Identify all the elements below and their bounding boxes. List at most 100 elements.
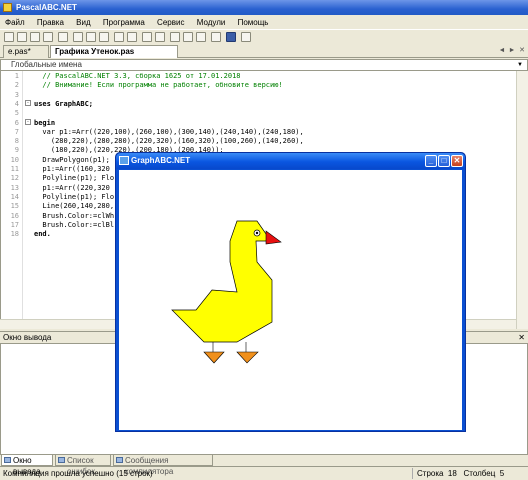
step-out-icon[interactable] (196, 32, 206, 42)
graphabc-window-icon (119, 156, 129, 165)
step-over-icon[interactable] (183, 32, 193, 42)
output-panel-title: Окно вывода (3, 333, 52, 342)
editor-vertical-scrollbar[interactable] (516, 71, 528, 329)
col-label: Столбец (463, 469, 496, 478)
graphabc-window[interactable]: GraphABC.NET _ □ ✕ (115, 152, 466, 432)
minimize-button[interactable]: _ (425, 155, 437, 167)
menu-program[interactable]: Программа (98, 16, 150, 29)
format-icon[interactable] (211, 32, 221, 42)
line-number: 16 (10, 211, 19, 220)
code-line: Brush.Color:=clWh (34, 211, 115, 220)
menu-help[interactable]: Помощь (233, 16, 274, 29)
paste-icon[interactable] (99, 32, 109, 42)
scope-dropdown[interactable]: Глобальные имена ▼ (0, 59, 528, 71)
tab-close-icon[interactable]: ✕ (518, 46, 526, 55)
status-separator (412, 468, 413, 479)
code-line: (280,220),(280,280),(220,320),(160,320),… (34, 137, 304, 146)
duck-foot-right (236, 351, 259, 364)
row-value: 18 (447, 469, 457, 478)
code-line: // PascalABC.NET 3.3, сборка 1625 от 17.… (34, 72, 241, 80)
save-icon[interactable] (30, 32, 40, 42)
tab-error-list[interactable]: Список ошибок (55, 455, 111, 476)
chevron-down-icon[interactable]: ▼ (515, 60, 525, 70)
close-button[interactable]: ✕ (451, 155, 463, 167)
step-into-icon[interactable] (170, 32, 180, 42)
cut-icon[interactable] (73, 32, 83, 42)
col-value: 5 (499, 469, 505, 478)
run-icon[interactable] (142, 32, 152, 42)
save-all-icon[interactable] (43, 32, 53, 42)
code-line: p1:=Arr((220,320 (34, 183, 110, 192)
redo-icon[interactable] (127, 32, 137, 42)
tab-duck-graphics[interactable]: Графика Утенок.pas [Запущен] (50, 45, 178, 68)
open-file-icon[interactable] (17, 32, 27, 42)
code-line: Line(260,140,280, (34, 202, 115, 211)
line-number: 5 (14, 109, 19, 118)
code-line: p1:=Arr((160,320 (34, 165, 110, 173)
duck-drawing (171, 220, 282, 364)
line-number: 10 (10, 155, 19, 164)
code-line: uses GraphABC; (34, 99, 94, 108)
tab-e-pas[interactable]: e.pas* (3, 45, 49, 58)
form-designer-icon[interactable] (241, 32, 251, 42)
file-tabs: e.pas* Графика Утенок.pas [Запущен] ◄ ► … (0, 44, 528, 68)
menu-view[interactable]: Вид (71, 16, 95, 29)
compiler-messages-icon (116, 457, 123, 463)
graphabc-title: GraphABC.NET (131, 156, 191, 165)
tab-output-window[interactable]: Окно вывода (1, 455, 53, 476)
copy-icon[interactable] (86, 32, 96, 42)
scope-dropdown-value: Глобальные имена (11, 60, 82, 69)
line-number: 13 (10, 183, 19, 192)
output-window-icon[interactable] (226, 32, 236, 42)
tab-scroll-right-icon[interactable]: ► (508, 46, 516, 55)
tab-scroll-left-icon[interactable]: ◄ (498, 46, 506, 55)
undo-icon[interactable] (114, 32, 124, 42)
toolbar (0, 29, 528, 44)
output-window-icon (4, 457, 11, 463)
line-number: 4 (14, 99, 19, 108)
menu-file[interactable]: Файл (0, 16, 30, 29)
line-number: 17 (10, 220, 19, 229)
app-titlebar: PascalABC.NET (0, 0, 528, 15)
tab-compiler-messages[interactable]: Сообщения компилятора (113, 455, 213, 476)
maximize-button[interactable]: □ (438, 155, 450, 167)
menu-service[interactable]: Сервис (152, 16, 189, 29)
line-number: 1 (14, 72, 19, 80)
graphics-canvas[interactable] (119, 170, 462, 430)
code-line: DrawPolygon(p1); (34, 155, 110, 164)
status-message: Компиляция прошла успешно (15 строк) (3, 469, 153, 478)
close-file-icon[interactable] (58, 32, 68, 42)
error-list-icon (58, 457, 65, 463)
stop-icon[interactable] (155, 32, 165, 42)
cursor-position: Строка 18 Столбец 5 (417, 467, 504, 480)
menu-modules[interactable]: Модули (192, 16, 231, 29)
duck-pupil (255, 231, 259, 235)
graphabc-titlebar[interactable]: GraphABC.NET (116, 153, 465, 169)
line-number: 2 (14, 81, 19, 90)
new-file-icon[interactable] (4, 32, 14, 42)
tab-label: e.pas* (8, 47, 31, 56)
line-number: 6 (14, 118, 19, 127)
app-title: PascalABC.NET (16, 3, 77, 12)
status-bar: Компиляция прошла успешно (15 строк) Стр… (0, 467, 528, 480)
line-number: 8 (14, 137, 19, 146)
line-number: 18 (10, 230, 19, 239)
line-number-gutter: 1 2 3 4 5 6 7 8 9 10 11 12 13 14 15 16 1… (1, 71, 23, 329)
fold-toggle-icon[interactable]: - (25, 119, 31, 125)
pascalabc-app-icon (3, 3, 12, 12)
line-number: 14 (10, 192, 19, 201)
duck-body (171, 220, 273, 343)
line-number: 12 (10, 174, 19, 183)
bottom-tabs: Окно вывода Список ошибок Сообщения комп… (0, 455, 528, 476)
menu-bar: Файл Правка Вид Программа Сервис Модули … (0, 16, 528, 29)
line-number: 11 (10, 165, 19, 173)
fold-toggle-icon[interactable]: - (25, 100, 31, 106)
code-line: Polyline(p1); Flo (34, 192, 115, 201)
line-number: 9 (14, 146, 19, 155)
code-line: var p1:=Arr((220,100),(260,100),(300,140… (34, 127, 304, 136)
menu-edit[interactable]: Правка (32, 16, 69, 29)
duck-foot-left (203, 351, 225, 364)
code-line: Polyline(p1); Flo (34, 174, 115, 183)
code-line: Brush.Color:=clBl (34, 220, 115, 229)
line-number: 15 (10, 202, 19, 211)
